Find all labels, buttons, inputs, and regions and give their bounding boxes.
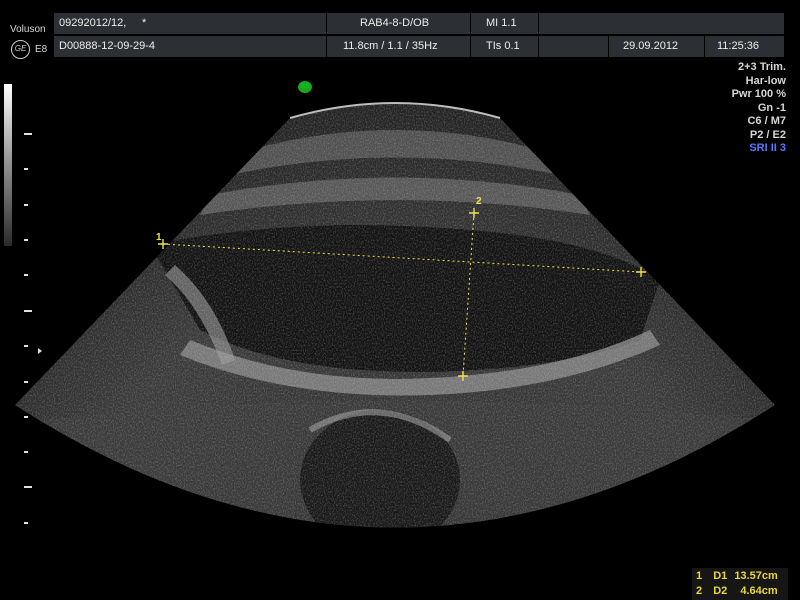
focus-marker-icon[interactable]	[38, 348, 42, 354]
caliper-label-2: 2	[476, 196, 482, 207]
grayscale-bar	[4, 84, 12, 246]
measurement-row: 1 D1 13.57cm	[696, 569, 778, 584]
depth-tick	[24, 486, 32, 488]
measurement-row: 2 D2 4.64cm	[696, 584, 778, 599]
measurement-name: D1	[713, 570, 728, 582]
param-gain: Gn -1	[757, 101, 786, 114]
depth-tick	[24, 274, 28, 276]
measurement-value: 13.57cm	[734, 570, 778, 582]
depth-tick	[24, 310, 32, 312]
measurement-index: 1	[696, 570, 703, 582]
caliper-label-1: 1	[156, 232, 162, 243]
depth-tick	[24, 133, 32, 135]
measurement-index: 2	[696, 585, 703, 597]
measurement-name: D2	[713, 585, 728, 597]
ultrasound-image[interactable]	[0, 0, 800, 600]
depth-tick	[24, 451, 28, 453]
measurement-value: 4.64cm	[740, 585, 778, 597]
param-p-e: P2 / E2	[749, 128, 786, 141]
depth-tick	[24, 168, 28, 170]
param-list: 2+3 Trim. Har-low Pwr 100 % Gn -1 C6 / M…	[732, 61, 786, 156]
measurement-results: 1 D1 13.57cm 2 D2 4.64cm	[692, 568, 788, 600]
param-power: Pwr 100 %	[731, 88, 786, 100]
depth-tick	[24, 416, 28, 418]
param-trimester: 2+3 Trim.	[737, 61, 786, 73]
depth-tick	[24, 345, 28, 347]
depth-tick	[24, 239, 28, 241]
param-harmonic: Har-low	[745, 74, 786, 87]
depth-tick	[24, 522, 28, 524]
param-sri: SRI II 3	[749, 142, 786, 154]
depth-tick	[24, 204, 28, 206]
param-c-m: C6 / M7	[747, 115, 786, 127]
e8-badge-icon: E8	[298, 81, 312, 93]
depth-tick	[24, 381, 28, 383]
